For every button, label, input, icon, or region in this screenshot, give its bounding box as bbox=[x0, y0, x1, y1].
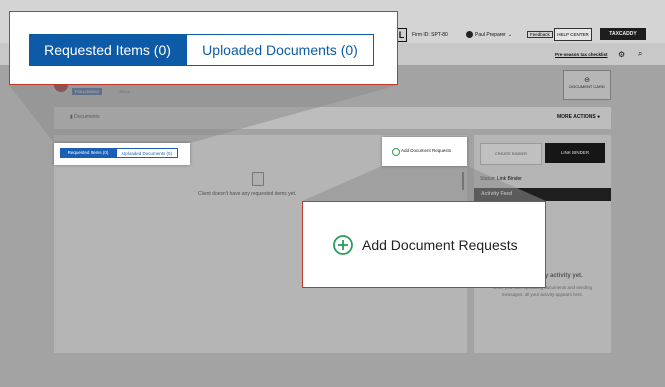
chevron-down-icon: ⌄ bbox=[507, 31, 513, 38]
plus-circle-icon[interactable] bbox=[333, 235, 353, 255]
tab-requested-items[interactable]: Requested Items (0) bbox=[29, 34, 186, 66]
link-binder-button[interactable]: LINK BINDER bbox=[545, 143, 605, 163]
user-name: Paul Preparer bbox=[475, 31, 506, 38]
taxcaddy-dropdown-button[interactable]: TAXCADDY bbox=[600, 28, 646, 40]
gear-icon[interactable]: ⚙ bbox=[618, 50, 625, 59]
small-tab-requested[interactable]: Requested Items (0) bbox=[60, 148, 116, 158]
document-card-label: DOCUMENT CARD bbox=[569, 84, 605, 89]
user-avatar-icon bbox=[466, 31, 473, 38]
documents-tab[interactable]: ▮ Documents bbox=[70, 114, 99, 120]
link-icon: ⊖ bbox=[584, 77, 590, 84]
search-icon[interactable]: ⌕ bbox=[638, 49, 642, 59]
document-placeholder-icon bbox=[252, 172, 264, 186]
documents-tab-label: Documents bbox=[74, 114, 100, 120]
small-tab-uploaded[interactable]: Uploaded Documents (0) bbox=[116, 148, 178, 158]
user-menu[interactable]: Paul Preparer ⌄ bbox=[466, 31, 512, 38]
following-badge[interactable]: FOLLOWING bbox=[72, 88, 103, 95]
small-tabs-callout: Requested Items (0) Uploaded Documents (… bbox=[54, 143, 190, 165]
tab-uploaded-documents[interactable]: Uploaded Documents (0) bbox=[186, 34, 374, 66]
plus-circle-icon bbox=[392, 148, 400, 156]
add-document-requests-button[interactable]: Add Document Requests bbox=[362, 237, 518, 253]
help-center-button[interactable]: HELP CENTER bbox=[554, 28, 592, 41]
more-actions-button[interactable]: MORE ACTIONS ● bbox=[557, 114, 600, 120]
chevron-down-circle-icon: ● bbox=[597, 114, 601, 120]
create-binder-button[interactable]: CREATE BINDER bbox=[480, 143, 542, 165]
feedback-button[interactable]: Feedback bbox=[527, 31, 553, 38]
binder-status: Status: Link Binder bbox=[480, 176, 522, 182]
scrollbar[interactable] bbox=[461, 172, 465, 190]
activity-feed-header: Activity Feed bbox=[474, 188, 611, 201]
more-actions-label: MORE ACTIONS bbox=[557, 114, 596, 120]
small-add-request-callout[interactable]: Add Document Requests bbox=[382, 137, 467, 166]
client-type-label: Official bbox=[118, 89, 131, 94]
empty-requests-message: Client doesn't have any requested items … bbox=[198, 191, 297, 197]
document-card-button[interactable]: ⊖ DOCUMENT CARD bbox=[563, 70, 611, 100]
small-add-request-label: Add Document Requests bbox=[401, 148, 452, 153]
folder-icon: ▮ bbox=[70, 114, 73, 120]
pre-season-checklist-link[interactable]: Pre-season tax checklist bbox=[555, 52, 608, 57]
documents-bar bbox=[54, 107, 611, 129]
firm-id-label: Firm ID: SPT-80 bbox=[412, 32, 448, 38]
